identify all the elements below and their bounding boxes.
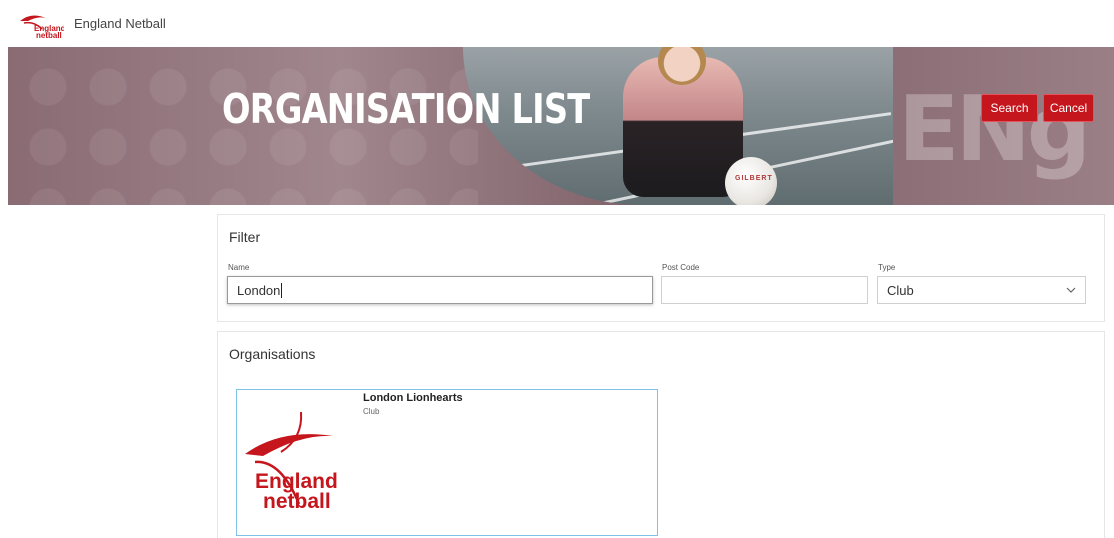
svg-text:netball: netball [36, 31, 62, 39]
logo-text-netball: netball [263, 490, 331, 513]
ball-brand-text: GILBERT [735, 175, 773, 182]
postcode-input[interactable] [661, 276, 868, 304]
england-netball-logo: England netball [245, 411, 338, 513]
england-netball-logo[interactable]: England netball [18, 7, 64, 39]
name-input-value: London [237, 282, 281, 298]
name-label: Name [228, 263, 250, 272]
top-bar: England netball England Netball [0, 0, 1114, 46]
filter-heading: Filter [229, 229, 261, 245]
filter-panel: Filter Name London Post Code Type Club [217, 214, 1105, 322]
page-title: ORGANISATION LIST [222, 85, 590, 133]
type-label: Type [878, 263, 896, 272]
organisations-panel: Organisations England netball London Lio… [217, 331, 1105, 538]
organisation-name: London Lionhearts [363, 392, 463, 404]
organisations-heading: Organisations [229, 346, 316, 362]
postcode-label: Post Code [662, 263, 700, 272]
app-title[interactable]: England Netball [74, 16, 166, 31]
search-button[interactable]: Search [981, 94, 1038, 122]
organisation-card[interactable]: England netball London Lionhearts Club [236, 389, 658, 536]
hero-banner: GILBERT ORGANISATION LIST ENg [8, 47, 1114, 205]
cancel-button[interactable]: Cancel [1043, 94, 1094, 122]
type-select[interactable]: Club [877, 276, 1086, 304]
organisation-type: Club [363, 407, 380, 416]
name-input[interactable]: London [227, 276, 653, 304]
type-select-value: Club [887, 282, 914, 298]
chevron-down-icon [1066, 287, 1076, 293]
hero-watermark: ENg [898, 77, 1091, 182]
text-cursor [281, 282, 283, 298]
